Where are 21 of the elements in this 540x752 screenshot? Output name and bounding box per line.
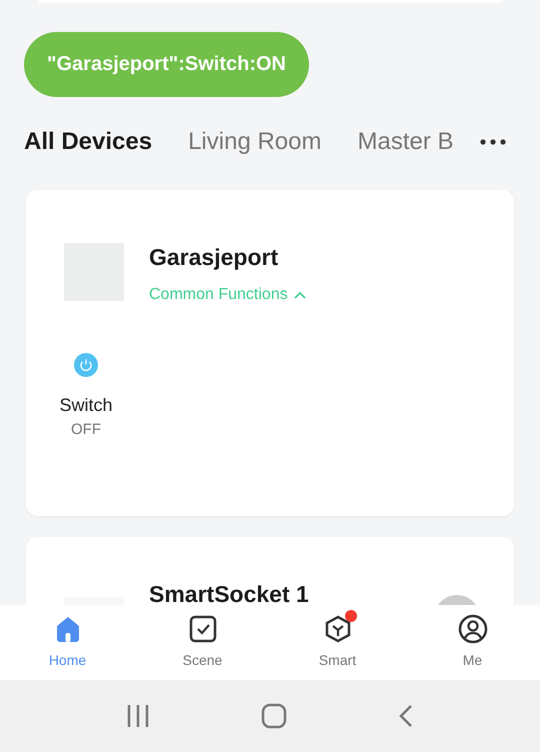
nav-tab[interactable]: Scene [135, 605, 270, 680]
room-tab[interactable]: Master B [357, 124, 454, 160]
user-icon [458, 614, 488, 644]
nav-tab[interactable]: Home [0, 605, 135, 680]
checkbox-icon [188, 614, 218, 644]
home-icon[interactable] [260, 703, 287, 729]
control-label: Switch [60, 394, 113, 416]
device-name: SmartSocket 1 [149, 580, 309, 605]
more-icon[interactable] [480, 139, 506, 145]
toast-message: "Garasjeport":Switch:ON [24, 32, 310, 97]
room-tab[interactable]: All Devices [24, 124, 152, 160]
room-tab[interactable]: Living Room [188, 124, 322, 160]
nav-tab[interactable]: Smart [270, 605, 405, 680]
device-card[interactable]: Garasjeport Common Functions Switch OFF [26, 190, 514, 516]
back-icon[interactable] [398, 704, 414, 728]
recent-apps-icon[interactable] [126, 704, 150, 728]
nav-tab[interactable]: Me [405, 605, 540, 680]
control-value: OFF [71, 420, 101, 440]
device-card[interactable]: SmartSocket 1 [26, 537, 514, 605]
device-name: Garasjeport [149, 243, 280, 272]
power-icon[interactable] [74, 352, 98, 376]
